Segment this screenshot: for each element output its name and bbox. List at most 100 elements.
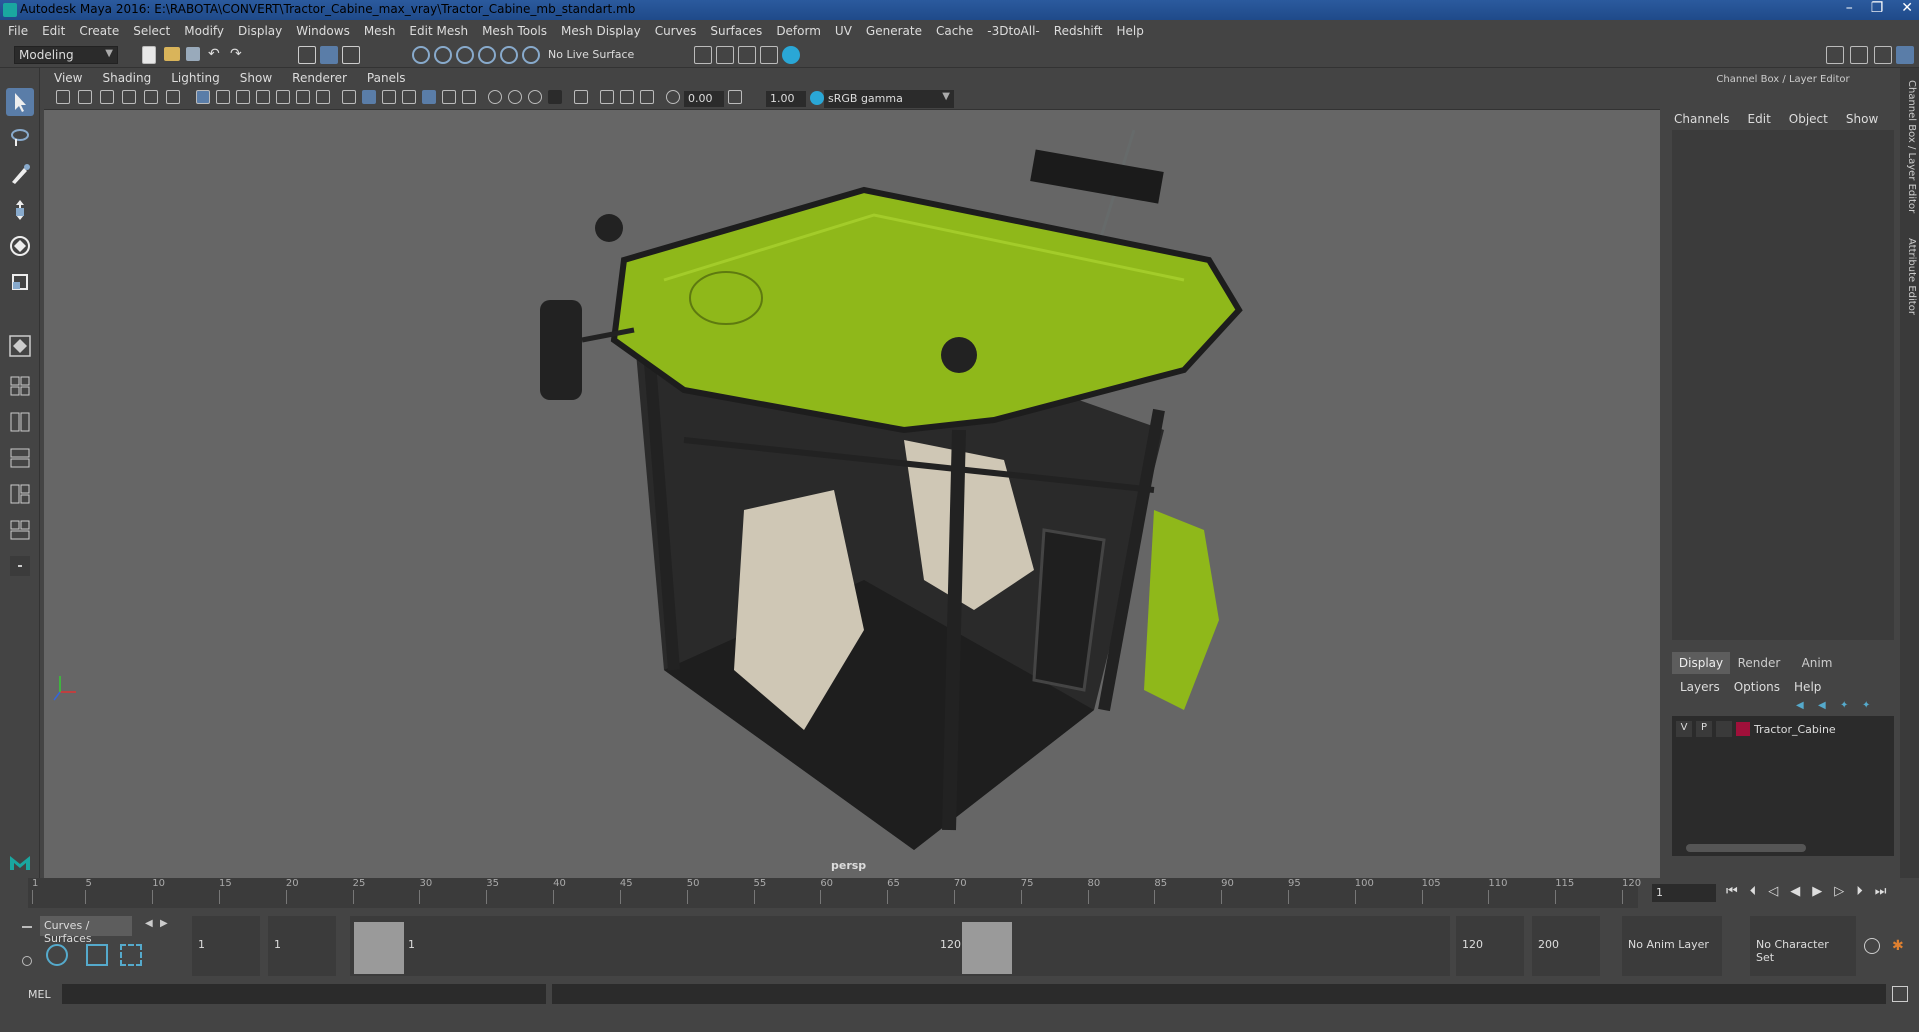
mel-input[interactable]: [62, 984, 546, 1004]
snap-curve-icon[interactable]: [434, 46, 452, 64]
viewport-menu-panels[interactable]: Panels: [367, 71, 406, 85]
view-transform-dropdown[interactable]: sRGB gamma ▼: [824, 90, 954, 108]
step-back-key-icon[interactable]: ⏴: [1750, 884, 1757, 899]
image-plane-icon[interactable]: [122, 90, 136, 104]
play-forwards-icon[interactable]: ▶: [1812, 884, 1822, 899]
last-tool-used-icon[interactable]: [6, 332, 34, 360]
paint-select-tool-icon[interactable]: [6, 160, 34, 188]
anti-aliasing-icon[interactable]: [508, 90, 522, 104]
animation-end-field[interactable]: 200: [1532, 916, 1600, 976]
menu-mesh[interactable]: Mesh: [364, 24, 396, 38]
menu-redshift[interactable]: Redshift: [1054, 24, 1103, 38]
menu-help[interactable]: Help: [1116, 24, 1143, 38]
shelf-tab-next-icon[interactable]: ▶: [160, 918, 168, 929]
layer-color-swatch[interactable]: [1736, 722, 1750, 736]
menu-create[interactable]: Create: [79, 24, 119, 38]
bookmarks-icon[interactable]: [100, 90, 114, 104]
camera-attributes-icon[interactable]: [78, 90, 92, 104]
snap-grid-icon[interactable]: [412, 46, 430, 64]
gamma-field[interactable]: 1.00: [766, 91, 806, 107]
screen-space-ao-icon[interactable]: [462, 90, 476, 104]
viewport-menu-shading[interactable]: Shading: [102, 71, 151, 85]
workspace-layout-icon[interactable]: [1826, 46, 1844, 64]
character-set-dropdown[interactable]: No Character Set: [1750, 916, 1856, 976]
circle-curve-icon[interactable]: [46, 944, 68, 966]
perspective-viewport[interactable]: persp: [44, 110, 1660, 878]
shelf-tab-prev-icon[interactable]: ◀: [145, 918, 153, 929]
isolate-select-icon[interactable]: [574, 90, 588, 104]
hypershade-icon[interactable]: [782, 46, 800, 64]
open-scene-icon[interactable]: [164, 47, 180, 61]
tab-display[interactable]: Display: [1672, 652, 1730, 674]
xray-joints-icon[interactable]: [600, 90, 614, 104]
snap-projected-center-icon[interactable]: [478, 46, 496, 64]
auto-key-icon[interactable]: [1864, 938, 1880, 954]
safe-action-icon[interactable]: [296, 90, 310, 104]
snap-view-plane-icon[interactable]: [500, 46, 518, 64]
menu-windows[interactable]: Windows: [296, 24, 350, 38]
go-to-end-icon[interactable]: ⏭: [1875, 884, 1887, 899]
animation-start-field[interactable]: 1: [192, 916, 260, 976]
shelf-settings-icon[interactable]: [22, 956, 32, 966]
viewport-menu-show[interactable]: Show: [240, 71, 272, 85]
gate-mask-icon[interactable]: [256, 90, 270, 104]
anim-layer-dropdown[interactable]: No Anim Layer: [1622, 916, 1722, 976]
wireframe-icon[interactable]: [342, 90, 356, 104]
select-component-icon[interactable]: [342, 46, 360, 64]
time-ruler[interactable]: 1 5 10 15 20 25 30 35 40 45 50 55 60 65 70 75 80 85 90 95 10…: [28, 878, 1641, 908]
motion-blur-icon[interactable]: [488, 90, 502, 104]
menu-generate[interactable]: Generate: [866, 24, 922, 38]
snap-point-icon[interactable]: [456, 46, 474, 64]
channel-box-area[interactable]: [1672, 130, 1894, 640]
layout-outliner-icon[interactable]: [6, 444, 34, 472]
render-settings-icon[interactable]: [694, 46, 712, 64]
field-chart-icon[interactable]: [276, 90, 290, 104]
range-start-handle[interactable]: [354, 922, 404, 974]
channel-menu-edit[interactable]: Edit: [1748, 112, 1771, 126]
render-view-icon[interactable]: [760, 46, 778, 64]
go-to-start-icon[interactable]: ⏮: [1726, 884, 1738, 899]
mel-label[interactable]: MEL: [28, 988, 51, 1001]
shadows-icon[interactable]: [442, 90, 456, 104]
menu-modify[interactable]: Modify: [184, 24, 224, 38]
mode-dropdown[interactable]: Modeling ▼: [14, 46, 118, 64]
outliner-toggle-icon[interactable]: [1850, 46, 1868, 64]
move-layer-down-icon[interactable]: ◀: [1818, 700, 1832, 712]
channel-menu-channels[interactable]: Channels: [1674, 112, 1730, 126]
grease-pencil-icon[interactable]: [166, 90, 180, 104]
layer-menu-help[interactable]: Help: [1794, 680, 1821, 694]
channel-box-toggle-icon[interactable]: [1896, 46, 1914, 64]
toolbox-more-icon[interactable]: [6, 552, 34, 580]
layout-four-view-icon[interactable]: [6, 372, 34, 400]
close-button[interactable]: ✕: [1901, 0, 1913, 16]
new-layer-selected-icon[interactable]: ✦: [1862, 700, 1876, 712]
menu-curves[interactable]: Curves: [655, 24, 697, 38]
layer-name[interactable]: Tractor_Cabine: [1754, 723, 1836, 736]
menu-select[interactable]: Select: [133, 24, 170, 38]
menu-display[interactable]: Display: [238, 24, 282, 38]
wireframe-on-shaded-icon[interactable]: [382, 90, 396, 104]
menu-mesh-display[interactable]: Mesh Display: [561, 24, 641, 38]
maximize-button[interactable]: ❐: [1871, 0, 1884, 16]
gamma-icon[interactable]: [728, 90, 742, 104]
side-tab-attribute-editor[interactable]: Attribute Editor: [1902, 238, 1917, 315]
select-object-icon[interactable]: [320, 46, 338, 64]
channel-menu-show[interactable]: Show: [1846, 112, 1878, 126]
use-all-lights-icon[interactable]: [422, 90, 436, 104]
layer-menu-options[interactable]: Options: [1734, 680, 1780, 694]
playback-end-field[interactable]: 120: [1456, 916, 1524, 976]
menu-edit[interactable]: Edit: [42, 24, 65, 38]
layer-menu-layers[interactable]: Layers: [1680, 680, 1720, 694]
script-editor-icon[interactable]: [1892, 986, 1908, 1002]
two-d-pan-zoom-icon[interactable]: [144, 90, 158, 104]
viewport-menu-lighting[interactable]: Lighting: [171, 71, 220, 85]
film-gate-icon[interactable]: [216, 90, 230, 104]
make-live-icon[interactable]: [522, 46, 540, 64]
exposure-icon[interactable]: [666, 90, 680, 104]
ipr-render-icon[interactable]: [738, 46, 756, 64]
layer-playback-toggle[interactable]: P: [1696, 721, 1712, 737]
save-scene-icon[interactable]: [186, 47, 200, 61]
rotate-tool-icon[interactable]: [6, 232, 34, 260]
textured-icon[interactable]: [402, 90, 416, 104]
layout-two-side-icon[interactable]: [6, 408, 34, 436]
